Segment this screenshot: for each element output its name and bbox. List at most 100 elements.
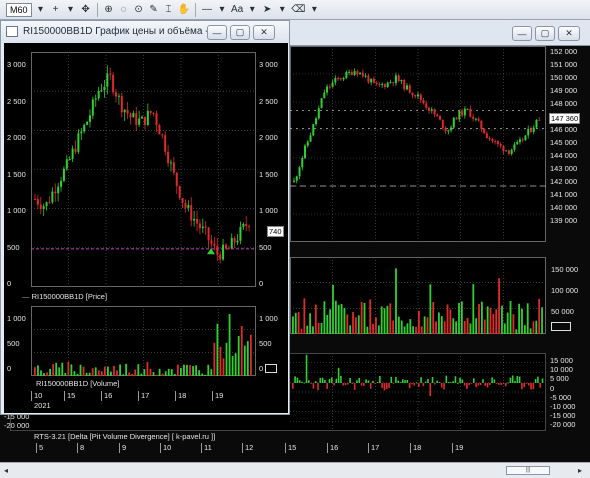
price-candle bbox=[411, 92, 414, 96]
hand-icon[interactable]: ✋ bbox=[178, 3, 190, 17]
delta-bar bbox=[367, 380, 370, 383]
float-volume-bar bbox=[192, 366, 194, 376]
float-volume-bar bbox=[231, 355, 234, 376]
delta-bar bbox=[385, 383, 388, 390]
price-tick-label: 150 000 bbox=[550, 73, 578, 82]
float-volume-bar bbox=[213, 342, 216, 376]
text-tool-icon[interactable]: Aa bbox=[231, 3, 243, 17]
float-price-candle bbox=[57, 186, 60, 194]
float-price-candle bbox=[117, 95, 120, 97]
price-candle bbox=[381, 84, 384, 86]
volume-bar bbox=[397, 316, 400, 334]
volume-bar bbox=[383, 308, 386, 334]
crosshair-dropdown-icon[interactable]: ▾ bbox=[65, 3, 77, 17]
float-price-candle bbox=[77, 133, 80, 152]
line-tool-icon[interactable]: — bbox=[201, 3, 213, 17]
volume-bar bbox=[317, 322, 320, 334]
price-candle bbox=[350, 71, 353, 75]
price-candle bbox=[430, 109, 433, 111]
main-restore-button[interactable]: ▢ bbox=[535, 26, 555, 41]
price-tick-label: 148 000 bbox=[550, 99, 578, 108]
delta-bar bbox=[399, 382, 402, 383]
float-close-button[interactable]: ✕ bbox=[253, 25, 275, 40]
volume-bar bbox=[435, 321, 437, 334]
price-candle bbox=[293, 180, 295, 182]
volume-bar bbox=[529, 328, 532, 334]
line-dropdown-icon[interactable]: ▾ bbox=[216, 3, 228, 17]
delta-bar bbox=[397, 380, 399, 383]
select-tool-icon[interactable]: ⌶ bbox=[163, 3, 175, 17]
scroll-left-icon[interactable]: ◂ bbox=[4, 466, 8, 475]
circle-icon[interactable]: ◌ bbox=[118, 3, 130, 17]
float-volume-bar bbox=[73, 371, 76, 376]
float-volume-bar bbox=[67, 361, 70, 376]
float-price-candle bbox=[204, 226, 207, 228]
delta-bar bbox=[337, 367, 340, 383]
timeframe-dropdown-icon[interactable]: ▾ bbox=[35, 3, 47, 17]
toolbar: M60 ▾ + ▾ ✥ ⊕ ◌ ⊙ ✎ ⌶ ✋ — ▾ Aa ▾ ➤ ▾ ⌫ ▾ bbox=[0, 0, 590, 20]
price-candle bbox=[312, 124, 315, 136]
float-price-candle bbox=[74, 148, 77, 152]
scrollbar-thumb[interactable]: ||| bbox=[506, 466, 550, 475]
volume-bar bbox=[349, 325, 352, 334]
delta-bar bbox=[498, 383, 500, 385]
eraser-dropdown-icon[interactable]: ▾ bbox=[308, 3, 320, 17]
scroll-right-icon[interactable]: ▸ bbox=[578, 466, 582, 475]
toolbar-separator bbox=[96, 2, 98, 17]
arrow-tool-icon[interactable]: ➤ bbox=[261, 3, 273, 17]
volume-bar bbox=[420, 326, 423, 334]
float-price-candle bbox=[210, 240, 213, 244]
float-price-candle bbox=[245, 223, 248, 227]
main-close-button[interactable]: ✕ bbox=[558, 26, 580, 41]
arrow-dropdown-icon[interactable]: ▾ bbox=[276, 3, 288, 17]
price-candle bbox=[444, 127, 447, 132]
float-minimize-button[interactable]: — bbox=[207, 25, 227, 40]
volume-bar bbox=[409, 319, 412, 334]
float-volume-bar bbox=[49, 368, 52, 376]
float-window-titlebar[interactable]: RI150000BB1D График цены и объёма - [...… bbox=[1, 21, 289, 43]
float-volume-bar bbox=[143, 369, 146, 376]
float-price-candle bbox=[198, 223, 201, 229]
delta-bar bbox=[470, 383, 473, 384]
eraser-icon[interactable]: ⌫ bbox=[291, 3, 305, 17]
delta-tick-label: 0 bbox=[550, 383, 555, 393]
delta-bar bbox=[530, 383, 532, 390]
price-candle bbox=[469, 108, 472, 117]
delta-bar bbox=[489, 383, 491, 386]
delta-bar bbox=[358, 377, 361, 383]
price-candle bbox=[367, 75, 370, 83]
price-candle bbox=[538, 119, 541, 121]
main-minimize-button[interactable]: — bbox=[512, 26, 532, 41]
price-candle bbox=[472, 116, 475, 119]
float-volume-bar bbox=[131, 373, 134, 376]
float-volume-value-box bbox=[265, 364, 277, 373]
float-price-candle bbox=[207, 227, 210, 241]
float-volume-tick-label: 500 bbox=[7, 339, 20, 348]
volume-bar bbox=[469, 323, 472, 334]
magnifier-icon[interactable]: ⊙ bbox=[133, 3, 145, 17]
move-icon[interactable]: ✥ bbox=[80, 3, 92, 17]
float-restore-button[interactable]: ▢ bbox=[230, 25, 250, 40]
delta-tick-label: 15 000 bbox=[550, 356, 573, 365]
date-label: 18 bbox=[410, 443, 452, 453]
delta-bar bbox=[443, 383, 445, 390]
delta-bar bbox=[523, 383, 525, 388]
price-tick-label: 144 000 bbox=[550, 151, 578, 160]
price-candle bbox=[370, 78, 373, 83]
float-price-candle bbox=[141, 116, 144, 119]
pencil-icon[interactable]: ✎ bbox=[148, 3, 160, 17]
volume-bar bbox=[303, 298, 306, 334]
target-icon[interactable]: ⊕ bbox=[103, 3, 115, 17]
horizontal-scrollbar[interactable]: ◂ ||| ▸ bbox=[0, 462, 590, 478]
delta-bar bbox=[422, 383, 425, 387]
volume-bar bbox=[426, 317, 429, 334]
float-volume-bar bbox=[210, 369, 213, 376]
price-candle bbox=[323, 92, 326, 99]
delta-tick-label: 5 000 bbox=[550, 374, 569, 384]
crosshair-icon[interactable]: + bbox=[50, 3, 62, 17]
timeframe-select[interactable]: M60 bbox=[6, 2, 32, 17]
float-price-candle bbox=[83, 124, 86, 132]
volume-bar bbox=[509, 301, 512, 334]
float-volume-bar bbox=[137, 364, 140, 376]
text-dropdown-icon[interactable]: ▾ bbox=[246, 3, 258, 17]
